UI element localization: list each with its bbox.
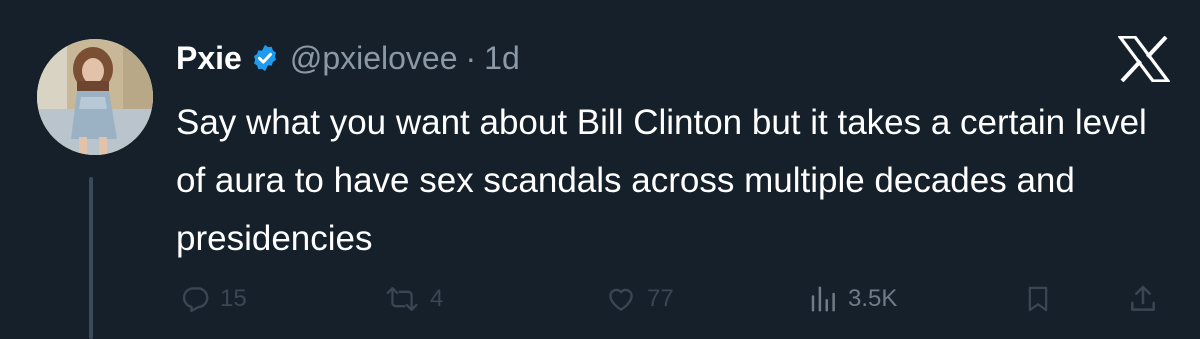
views-button[interactable]: 3.5K [808,277,897,321]
verified-badge-icon [250,43,280,73]
like-count: 77 [647,285,674,312]
view-count: 3.5K [848,285,898,312]
retweet-count: 4 [430,285,444,312]
x-logo-icon [1116,35,1172,83]
reply-icon [182,287,209,313]
heart-icon [609,288,633,311]
meta-separator: · [465,39,477,76]
avatar[interactable] [37,39,153,155]
tweet-timestamp[interactable]: 1d [484,40,520,77]
retweet-icon [386,287,418,311]
reply-count: 15 [220,285,247,312]
avatar-photo [37,39,153,155]
share-icon [1131,285,1155,311]
author-handle[interactable]: @pxielovee [290,40,458,77]
tweet-actions: 15 4 77 3.5K [0,277,1200,321]
share-button[interactable] [1127,277,1159,321]
views-icon [811,286,835,312]
retweet-button[interactable]: 4 [384,277,443,321]
bookmark-icon [1028,286,1048,312]
tweet-text: Say what you want about Bill Clinton but… [176,103,1147,258]
like-button[interactable]: 77 [605,277,674,321]
author-display-name[interactable]: Pxie [176,40,242,77]
reply-button[interactable]: 15 [180,277,247,321]
tweet-header: Pxie @pxielovee · 1d [176,36,520,80]
bookmark-button[interactable] [1024,277,1052,321]
